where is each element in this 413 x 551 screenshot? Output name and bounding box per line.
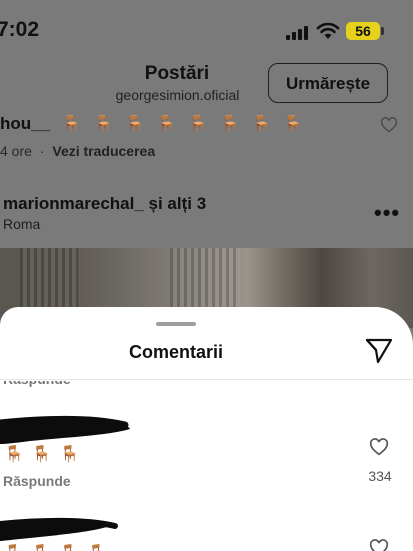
reply-link[interactable]: Răspunde xyxy=(3,473,71,489)
caption-meta: 4 ore · Vezi traducerea xyxy=(0,143,155,159)
chair-emoji: 🪑 xyxy=(60,545,80,551)
chair-emoji: 🪑 xyxy=(93,116,114,133)
wifi-icon xyxy=(316,22,340,39)
chair-emoji: 🪑 xyxy=(32,545,52,551)
comment-chairs: 🪑 🪑 🪑 xyxy=(4,444,88,464)
chair-emoji: 🪑 xyxy=(88,545,108,551)
chair-emoji: 🪑 xyxy=(251,116,272,133)
chair-emoji: 🪑 xyxy=(188,116,209,133)
clock: 7:02 xyxy=(0,18,40,41)
battery-indicator: 56 xyxy=(346,22,380,40)
caption: hou__ 🪑 🪑 🪑 🪑 🪑 🪑 🪑 🪑 xyxy=(0,114,303,134)
caption-username[interactable]: hou__ xyxy=(0,114,50,133)
heart-outline-icon[interactable] xyxy=(380,117,398,133)
like-count: 334 xyxy=(368,468,392,484)
comments-sheet: Comentarii Răspunde 🪑🪑🪑 Răspunde 334 🪑🪑🪑… xyxy=(0,307,413,551)
chair-emoji: 🪑 xyxy=(283,116,304,133)
status-bar: 7:02 56 xyxy=(0,0,413,60)
sheet-title: Comentarii xyxy=(128,342,224,362)
chair-emoji: 🪑 xyxy=(4,545,24,551)
battery-tip xyxy=(381,27,384,35)
chair-emoji: 🪑 xyxy=(125,116,146,133)
comment-chairs: 🪑 🪑 🪑 🪑 xyxy=(4,543,116,551)
see-translation-link[interactable]: Vezi traducerea xyxy=(52,143,155,159)
chair-emoji: 🪑 xyxy=(31,446,52,463)
more-options-button[interactable]: ••• xyxy=(374,200,400,226)
chair-emoji: 🪑 xyxy=(61,116,82,133)
cellular-signal-icon xyxy=(286,26,308,40)
redacted-scribble xyxy=(0,517,118,541)
sheet-grabber[interactable] xyxy=(156,322,196,326)
heart-outline-icon[interactable] xyxy=(369,438,389,456)
paper-plane-icon[interactable] xyxy=(365,338,393,364)
post-age: 4 ore xyxy=(0,143,32,159)
chair-emoji: 🪑 xyxy=(156,116,177,133)
chair-emoji: 🪑 xyxy=(220,116,240,133)
chair-emoji: 🪑 xyxy=(59,446,80,463)
follow-button[interactable]: Urmărește xyxy=(268,63,388,103)
heart-outline-icon[interactable] xyxy=(369,539,389,551)
meta-separator: · xyxy=(39,143,45,159)
location-label[interactable]: Roma xyxy=(3,216,40,232)
sheet-divider xyxy=(0,379,413,380)
chair-emoji: 🪑 xyxy=(4,446,24,463)
page-title: Postări xyxy=(144,63,210,84)
tagged-accounts[interactable]: marionmarechal_ și alți 3 xyxy=(3,194,206,214)
account-handle[interactable]: georgesimion.oficial xyxy=(105,87,250,103)
